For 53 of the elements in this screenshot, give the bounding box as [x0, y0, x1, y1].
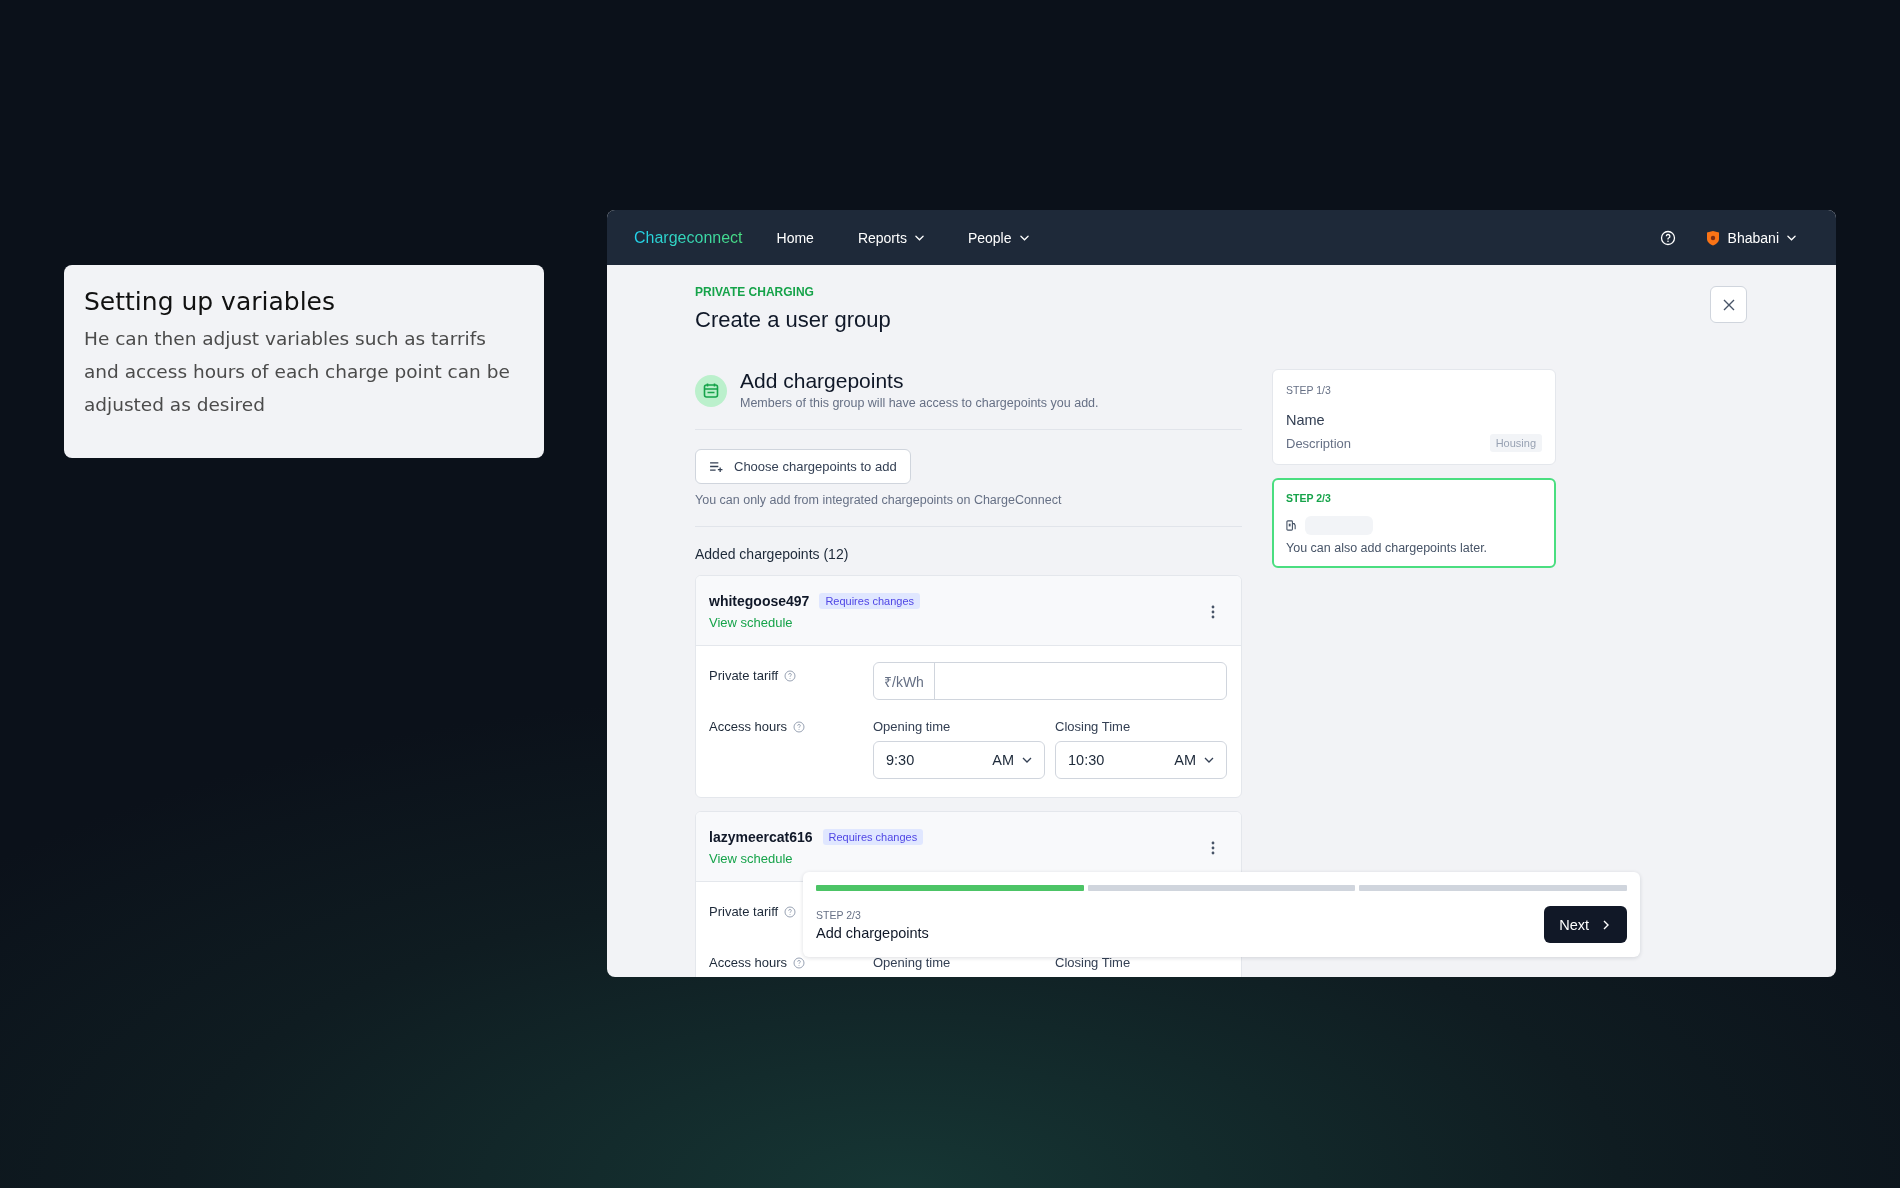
nav-link[interactable]: Home — [776, 229, 814, 246]
section-subtitle: Members of this group will have access to chargepoints you add. — [740, 396, 1099, 410]
chevron-down-icon — [1787, 234, 1796, 241]
list-add-icon — [709, 461, 724, 472]
brand-logo[interactable]: Chargeconnect — [634, 228, 743, 247]
step-card[interactable]: STEP 1/3 Name Description Housing — [1272, 369, 1556, 465]
tariff-input[interactable]: ₹/kWh — [873, 662, 1227, 700]
annotation-title: Setting up variables — [84, 287, 336, 316]
shield-icon — [1705, 229, 1720, 246]
chargepoint-name: lazymeercat616 — [709, 829, 813, 845]
step-card[interactable]: STEP 2/3 You can also add chargepoints later. — [1272, 478, 1556, 568]
step-label: STEP 2/3 — [816, 908, 862, 921]
step-description: Description — [1286, 435, 1352, 451]
status-badge: Requires changes — [819, 593, 921, 609]
step-label: STEP 2/3 — [1286, 492, 1332, 504]
field-label: Private tariff — [709, 668, 779, 683]
nav-link[interactable]: Reports — [857, 229, 924, 246]
step-note: You can also add chargepoints later. — [1286, 541, 1489, 555]
unit-prefix: ₹/kWh — [874, 663, 935, 699]
page-title: Create a user group — [695, 307, 892, 333]
time-select[interactable]: 10:30 AM — [1055, 741, 1227, 779]
user-menu[interactable]: Bhabani — [1705, 229, 1796, 246]
helper-text: You can only add from integrated chargepoints on ChargeConnect — [695, 493, 1063, 507]
next-button[interactable]: Next — [1544, 906, 1627, 943]
step-title: Add chargepoints — [816, 924, 929, 941]
field-label: Private tariff — [709, 904, 779, 919]
field-label: Closing Time — [1055, 955, 1132, 970]
time-select[interactable]: 9:30 AM — [873, 741, 1045, 779]
tag: Housing — [1489, 434, 1542, 452]
field-label: Opening time — [873, 719, 952, 734]
field-label: Opening time — [873, 955, 952, 970]
step-title: Name — [1286, 412, 1326, 428]
charger-icon — [1286, 520, 1297, 531]
added-count-heading: Added chargepoints (12) — [695, 546, 850, 562]
nav-link[interactable]: People — [967, 229, 1029, 246]
field-label: Closing Time — [1055, 719, 1132, 734]
chargepoint-name: whitegoose497 — [709, 593, 810, 609]
calendar-icon — [695, 375, 727, 407]
more-options-icon[interactable] — [1211, 604, 1215, 619]
field-label: Access hours — [709, 955, 788, 970]
chevron-down-icon — [1022, 757, 1032, 763]
more-options-icon[interactable] — [1211, 840, 1215, 855]
section-eyebrow: PRIVATE CHARGING — [695, 285, 815, 299]
status-badge: Requires changes — [822, 829, 924, 845]
annotation-text: He can then adjust variables such as tarrifs and access hours of each charge point can be adjusted as desired — [84, 327, 511, 417]
section-title: Add chargepoints — [740, 369, 905, 393]
close-button[interactable] — [1710, 286, 1747, 323]
chevron-down-icon — [1204, 757, 1214, 763]
field-label: Access hours — [709, 719, 788, 734]
step-label: STEP 1/3 — [1286, 384, 1332, 396]
chevron-right-icon — [1603, 919, 1609, 930]
close-icon — [1722, 298, 1735, 311]
choose-chargepoints-button[interactable]: Choose chargepoints to add — [695, 449, 911, 484]
